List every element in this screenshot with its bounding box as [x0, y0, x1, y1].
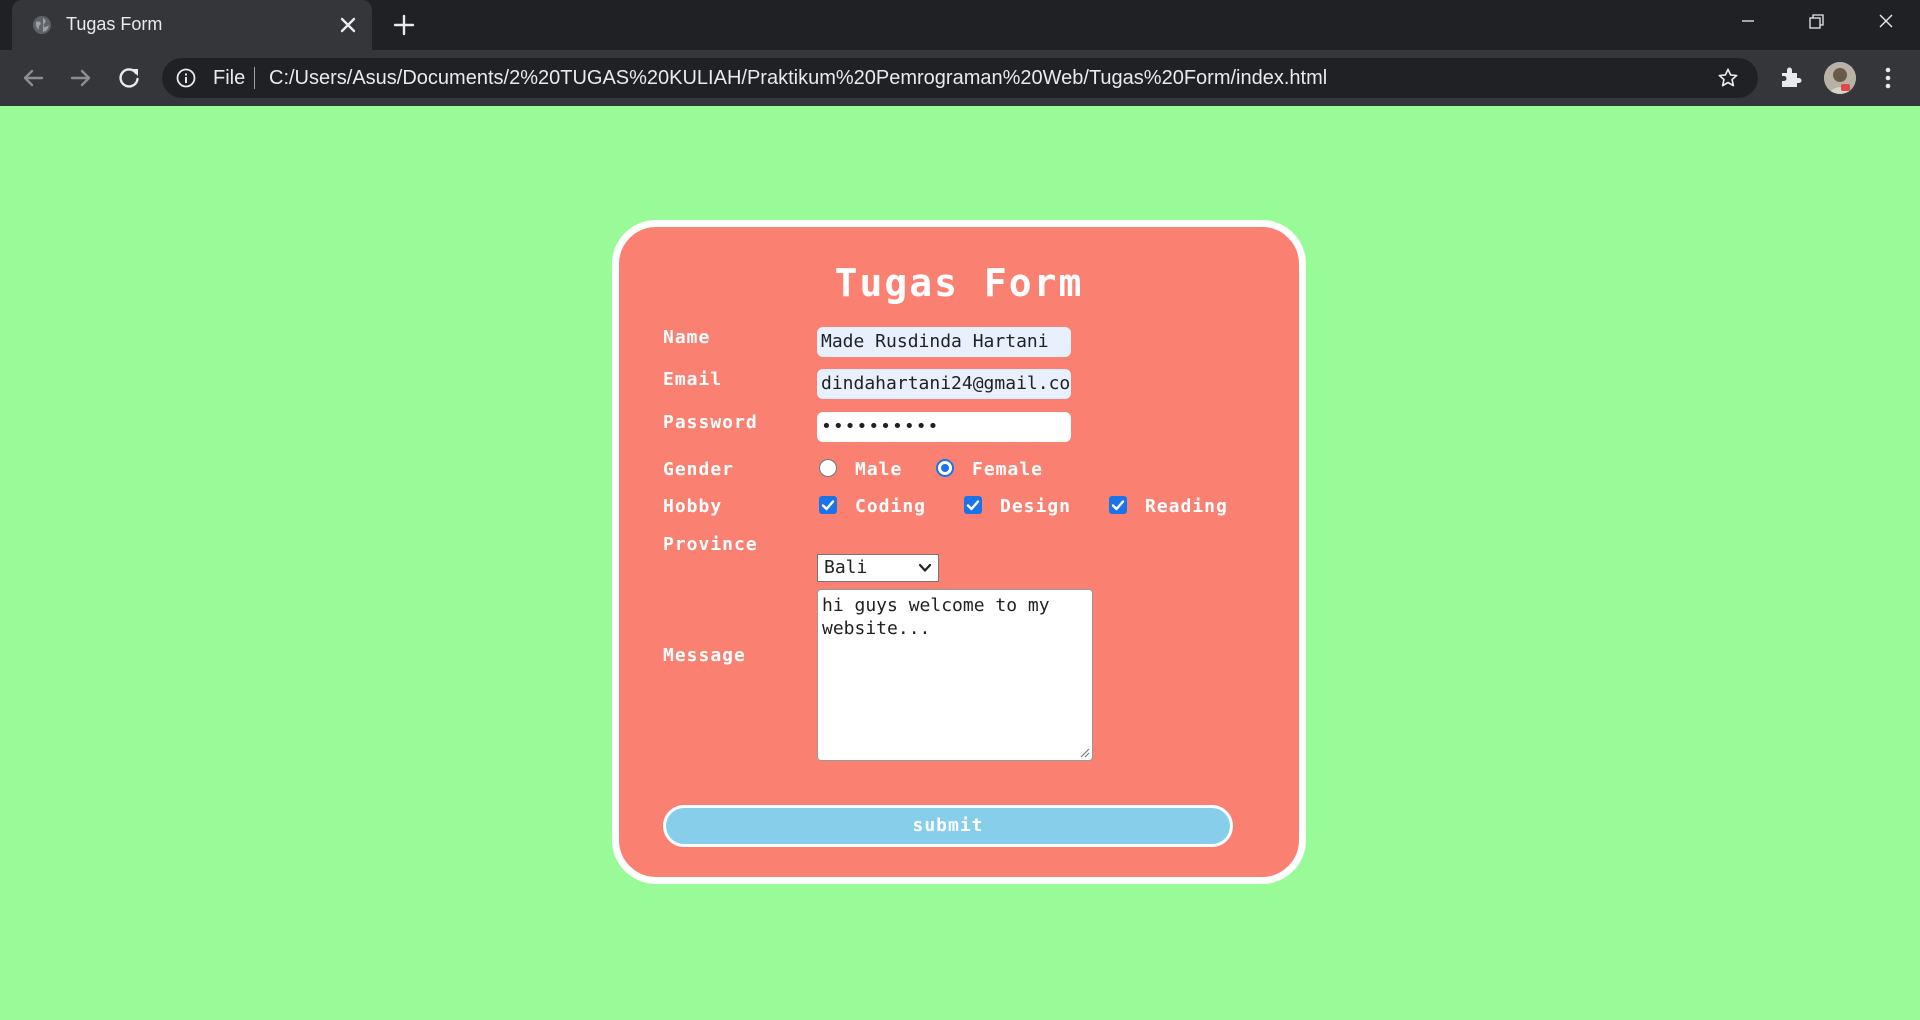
- gender-female-label[interactable]: Female: [972, 459, 1043, 480]
- scheme-label: File: [213, 67, 246, 89]
- puzzle-icon[interactable]: [1778, 64, 1804, 90]
- profile-picture-icon: [1824, 62, 1856, 94]
- minimize-icon[interactable]: [1728, 8, 1768, 42]
- province-select[interactable]: Bali: [817, 554, 939, 582]
- forward-arrow-icon[interactable]: [66, 63, 96, 93]
- hobby-design-checkbox[interactable]: [964, 496, 982, 514]
- hobby-coding-label[interactable]: Coding: [855, 496, 926, 517]
- omnibox-divider: [254, 67, 255, 89]
- password-input[interactable]: ••••••••••: [817, 412, 1071, 442]
- name-input[interactable]: Made Rusdinda Hartani: [817, 327, 1071, 357]
- gender-label: Gender: [663, 459, 735, 480]
- restore-icon[interactable]: [1796, 8, 1836, 42]
- globe-icon: [33, 16, 51, 34]
- form-card: Tugas Form Name Made Rusdinda Hartani Em…: [612, 220, 1306, 884]
- browser-tab[interactable]: Tugas Form: [12, 0, 372, 50]
- hobby-coding-checkbox[interactable]: [819, 496, 837, 514]
- gender-male-radio[interactable]: [819, 459, 837, 477]
- hobby-reading-label[interactable]: Reading: [1145, 496, 1228, 517]
- province-selected-value: Bali: [824, 557, 868, 578]
- kebab-menu-icon[interactable]: [1875, 64, 1901, 92]
- url-text[interactable]: C:/Users/Asus/Documents/2%20TUGAS%20KULI…: [269, 67, 1327, 90]
- gender-male-label[interactable]: Male: [855, 459, 902, 480]
- page-viewport: Tugas Form Name Made Rusdinda Hartani Em…: [0, 106, 1920, 1020]
- email-input[interactable]: dindahartani24@gmail.com: [817, 369, 1071, 399]
- hobby-design-label[interactable]: Design: [1000, 496, 1071, 517]
- submit-button[interactable]: submit: [663, 805, 1233, 847]
- province-label: Province: [663, 534, 758, 555]
- address-bar[interactable]: File C:/Users/Asus/Documents/2%20TUGAS%2…: [162, 58, 1758, 98]
- star-icon[interactable]: [1717, 67, 1739, 89]
- browser-titlebar: Tugas Form: [0, 0, 1920, 50]
- hobby-label: Hobby: [663, 496, 723, 517]
- close-icon[interactable]: [334, 11, 362, 39]
- back-arrow-icon[interactable]: [18, 63, 48, 93]
- message-textarea[interactable]: hi guys welcome to my website...: [817, 589, 1093, 761]
- close-window-icon[interactable]: [1866, 8, 1906, 42]
- password-label: Password: [663, 412, 758, 433]
- plus-icon[interactable]: [390, 11, 418, 39]
- form-title: Tugas Form: [834, 261, 1084, 305]
- resize-grip-icon[interactable]: [1078, 746, 1090, 758]
- message-text: hi guys welcome to my website...: [822, 595, 1050, 639]
- hobby-reading-checkbox[interactable]: [1109, 496, 1127, 514]
- message-label: Message: [663, 645, 746, 666]
- browser-toolbar: File C:/Users/Asus/Documents/2%20TUGAS%2…: [0, 50, 1920, 106]
- avatar[interactable]: [1824, 62, 1856, 94]
- chevron-down-icon: [918, 563, 932, 572]
- info-icon[interactable]: [176, 68, 196, 88]
- name-label: Name: [663, 327, 711, 348]
- tab-title: Tugas Form: [66, 14, 163, 34]
- gender-female-radio[interactable]: [936, 459, 954, 477]
- reload-icon[interactable]: [114, 63, 144, 93]
- email-label: Email: [663, 369, 723, 390]
